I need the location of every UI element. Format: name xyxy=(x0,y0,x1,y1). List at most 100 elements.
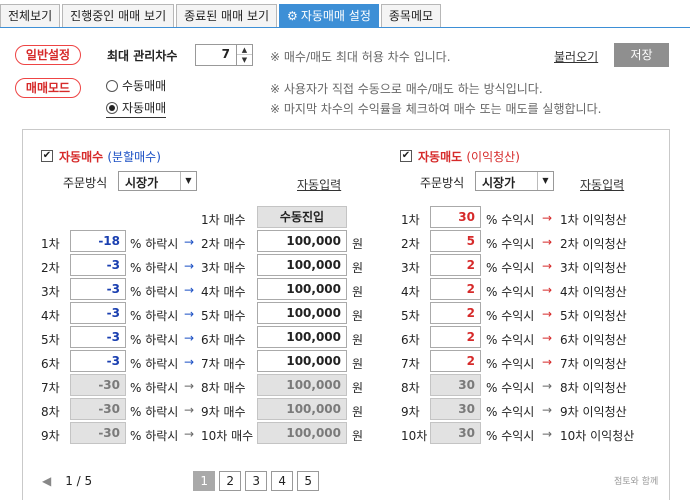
arrow-right-icon: → xyxy=(184,235,195,249)
sell-target-step: 9차 이익청산 xyxy=(560,405,627,419)
won-unit: 원 xyxy=(352,309,364,323)
buy-amount-input: 100,000 xyxy=(257,374,347,396)
auto-buy-title-text: 자동매수 xyxy=(59,150,104,164)
arrow-right-icon: → xyxy=(542,331,553,345)
buy-drop-pct-input[interactable]: -18 xyxy=(70,230,126,252)
save-button[interactable]: 저장 xyxy=(614,43,669,67)
auto-sell-checkbox[interactable]: ✔ xyxy=(400,150,412,162)
tab-memo[interactable]: 종목메모 xyxy=(380,4,442,28)
sell-step-label: 9차 xyxy=(401,405,420,419)
sell-profit-pct-input: 30 xyxy=(430,374,481,396)
sell-profit-pct-input[interactable]: 2 xyxy=(430,278,481,300)
won-unit: 원 xyxy=(352,381,364,395)
page-button[interactable]: 5 xyxy=(297,471,320,491)
tab-bar: 전체보기 진행중인 매매 보기 종료된 매매 보기 ⚙ 자동매매 설정 종목메모 xyxy=(0,4,443,28)
buy-amount-input[interactable]: 100,000 xyxy=(257,302,347,324)
load-link[interactable]: 불러오기 xyxy=(554,48,598,65)
sell-target-step: 6차 이익청산 xyxy=(560,333,627,347)
page-button[interactable]: 2 xyxy=(219,471,242,491)
buy-amount-input[interactable]: 100,000 xyxy=(257,326,347,348)
auto-buy-title: 자동매수 (분할매수) xyxy=(59,148,161,165)
buy-target-step: 10차 매수 xyxy=(201,429,254,443)
radio-manual-label: 수동매매 xyxy=(122,79,167,93)
radio-manual[interactable]: 수동매매 xyxy=(106,77,166,94)
buy-step-label: 5차 xyxy=(41,333,60,347)
first-buy-manual-entry: 수동진입 xyxy=(257,206,347,228)
general-settings-badge: 일반설정 xyxy=(15,45,81,65)
sell-profit-pct-input[interactable]: 5 xyxy=(430,230,481,252)
radio-auto[interactable]: 자동매매 xyxy=(106,99,167,118)
first-buy-label: 1차 매수 xyxy=(201,213,246,227)
sell-step-label: 10차 xyxy=(401,429,428,443)
page-button[interactable]: 4 xyxy=(271,471,294,491)
sell-profit-unit: % 수익시 xyxy=(486,237,535,251)
max-steps-stepper[interactable]: 7 ▲ ▼ xyxy=(195,44,253,66)
stepper-up-icon[interactable]: ▲ xyxy=(237,45,252,55)
arrow-right-icon: → xyxy=(184,379,195,393)
page-info: 1 / 5 xyxy=(65,474,93,488)
arrow-right-icon: → xyxy=(184,403,195,417)
auto-buy-checkbox[interactable]: ✔ xyxy=(41,150,53,162)
stepper-down-icon[interactable]: ▼ xyxy=(237,55,252,65)
page-button[interactable]: 3 xyxy=(245,471,268,491)
sell-auto-input-link[interactable]: 자동입력 xyxy=(580,176,624,193)
buy-amount-input[interactable]: 100,000 xyxy=(257,254,347,276)
sell-target-step: 10차 이익청산 xyxy=(560,429,635,443)
sell-target-step: 4차 이익청산 xyxy=(560,285,627,299)
arrow-right-icon: → xyxy=(184,283,195,297)
auto-buy-subtitle: (분할매수) xyxy=(107,150,161,164)
max-steps-note: ※ 매수/매도 최대 허용 차수 입니다. xyxy=(270,50,451,64)
buy-drop-pct-input[interactable]: -3 xyxy=(70,302,126,324)
buy-amount-input[interactable]: 100,000 xyxy=(257,278,347,300)
sell-step-label: 2차 xyxy=(401,237,420,251)
buy-order-type-value: 시장가 xyxy=(125,176,159,190)
arrow-right-icon: → xyxy=(542,235,553,249)
buy-drop-pct-input[interactable]: -3 xyxy=(70,350,126,372)
tab-all[interactable]: 전체보기 xyxy=(0,4,61,28)
buy-auto-input-link[interactable]: 자동입력 xyxy=(297,176,341,193)
tab-auto-settings-label: 자동매매 설정 xyxy=(300,9,371,23)
arrow-right-icon: → xyxy=(184,331,195,345)
sell-target-step: 2차 이익청산 xyxy=(560,237,627,251)
page-buttons: 12345 xyxy=(193,471,323,491)
tab-underline xyxy=(0,27,690,28)
won-unit: 원 xyxy=(352,261,364,275)
sell-target-step: 3차 이익청산 xyxy=(560,261,627,275)
buy-drop-pct-input[interactable]: -3 xyxy=(70,326,126,348)
won-unit: 원 xyxy=(352,429,364,443)
buy-target-step: 3차 매수 xyxy=(201,261,246,275)
buy-order-type-select[interactable]: 시장가 ▼ xyxy=(118,171,197,191)
max-steps-value: 7 xyxy=(221,47,230,61)
tab-in-progress[interactable]: 진행중인 매매 보기 xyxy=(62,4,175,28)
buy-amount-input[interactable]: 100,000 xyxy=(257,350,347,372)
sell-order-type-select[interactable]: 시장가 ▼ xyxy=(475,171,554,191)
sell-profit-pct-input: 30 xyxy=(430,422,481,444)
sell-step-label: 4차 xyxy=(401,285,420,299)
chevron-down-icon: ▼ xyxy=(537,172,553,190)
sell-profit-pct-input[interactable]: 2 xyxy=(430,254,481,276)
sell-profit-pct-input[interactable]: 2 xyxy=(430,302,481,324)
tab-finished[interactable]: 종료된 매매 보기 xyxy=(176,4,278,28)
radio-manual-icon xyxy=(106,79,118,92)
tab-auto-settings[interactable]: ⚙ 자동매매 설정 xyxy=(279,4,379,28)
auto-sell-title-text: 자동매도 xyxy=(418,150,463,164)
buy-drop-pct-input: -30 xyxy=(70,422,126,444)
buy-target-step: 8차 매수 xyxy=(201,381,246,395)
sell-profit-pct-input[interactable]: 2 xyxy=(430,350,481,372)
buy-step-label: 7차 xyxy=(41,381,60,395)
buy-target-step: 6차 매수 xyxy=(201,333,246,347)
sell-profit-pct-input[interactable]: 30 xyxy=(430,206,481,228)
buy-step-label: 9차 xyxy=(41,429,60,443)
buy-drop-pct-input[interactable]: -3 xyxy=(70,278,126,300)
buy-drop-pct-input[interactable]: -3 xyxy=(70,254,126,276)
buy-target-step: 2차 매수 xyxy=(201,237,246,251)
prev-page-icon[interactable]: ◀ xyxy=(42,474,51,488)
arrow-right-icon: → xyxy=(184,307,195,321)
buy-amount-input[interactable]: 100,000 xyxy=(257,230,347,252)
page-button[interactable]: 1 xyxy=(193,471,216,491)
sell-target-step: 5차 이익청산 xyxy=(560,309,627,323)
sell-profit-pct-input[interactable]: 2 xyxy=(430,326,481,348)
sell-step-label: 8차 xyxy=(401,381,420,395)
sell-profit-pct-input: 30 xyxy=(430,398,481,420)
buy-step-label: 6차 xyxy=(41,357,60,371)
